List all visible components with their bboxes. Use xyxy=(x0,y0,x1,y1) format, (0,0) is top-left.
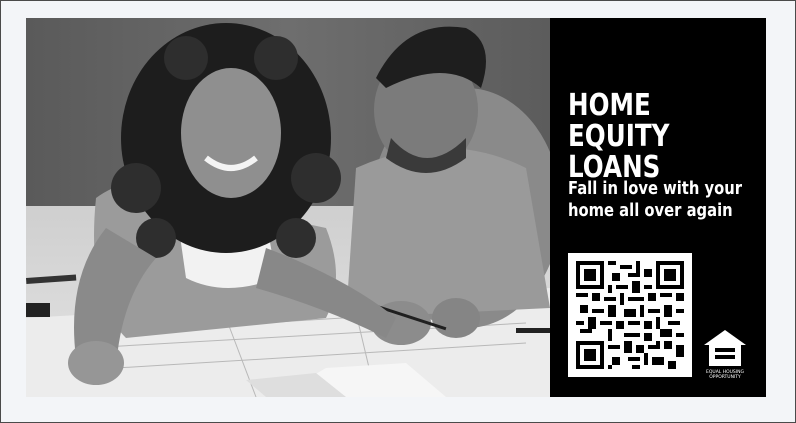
couple-photo xyxy=(26,18,550,397)
ad-tagline: Fall in love with your home all over aga… xyxy=(568,178,743,221)
home-equity-ad-banner[interactable]: HOME EQUITY LOANS Fall in love with your… xyxy=(26,18,766,397)
ad-headline: HOME EQUITY LOANS xyxy=(568,88,670,185)
ad-text-panel: HOME EQUITY LOANS Fall in love with your… xyxy=(550,18,766,397)
qr-code[interactable] xyxy=(568,253,692,377)
house-icon xyxy=(704,330,746,366)
qr-code-image xyxy=(576,261,684,369)
ad-frame: HOME EQUITY LOANS Fall in love with your… xyxy=(0,0,796,423)
equal-housing-label: EQUAL HOUSING OPPORTUNITY xyxy=(706,370,744,380)
equal-housing-logo: EQUAL HOUSING OPPORTUNITY xyxy=(700,326,750,386)
